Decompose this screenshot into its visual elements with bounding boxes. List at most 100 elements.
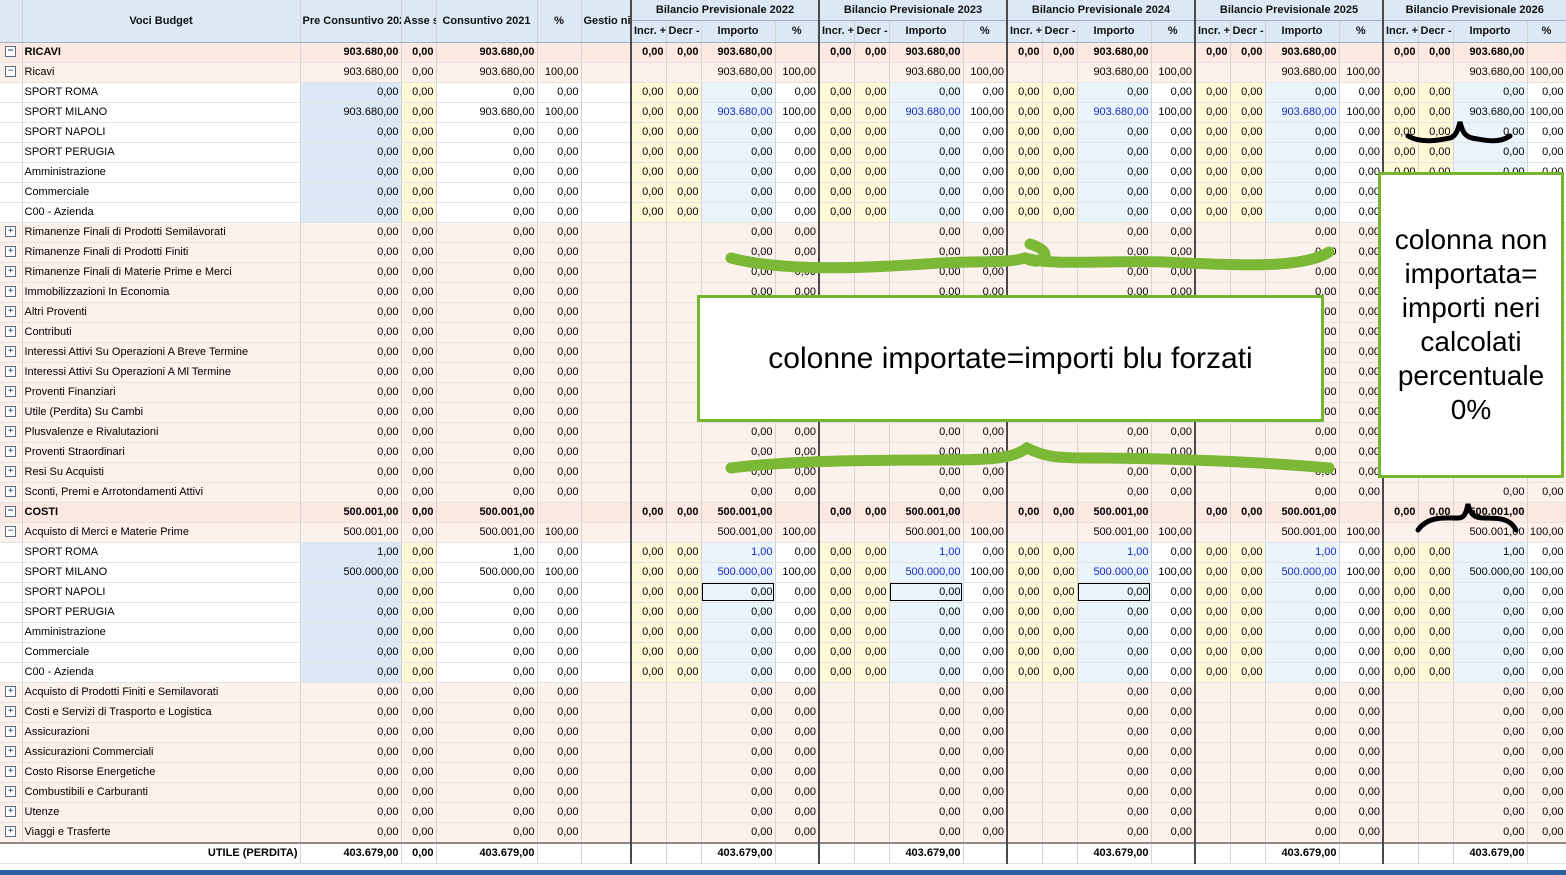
cell-decr[interactable] [666,362,702,383]
cell-gestioni[interactable] [581,222,632,243]
cell-decr[interactable]: 0,00 [1230,102,1266,123]
row-toggle[interactable]: + [0,482,23,503]
cell-decr[interactable]: 0,00 [1230,202,1266,223]
cell-incr[interactable]: 0,00 [1007,42,1043,63]
cell-importo[interactable]: 0,00 [701,642,776,663]
table-row[interactable]: SPORT PERUGIA 0,00 0,00 0,00 0,00 0,00 0,00 0,0… [0,602,1566,623]
cell-importo[interactable]: 0,00 [889,802,964,823]
cell-decr[interactable] [666,742,702,763]
cell-assestamento[interactable]: 0,00 [401,822,437,843]
cell-importo[interactable]: 0,00 [701,722,776,743]
cell-incr[interactable]: 0,00 [631,582,667,603]
expand-icon[interactable]: + [5,226,17,238]
col-header-pct-year-3[interactable]: % [1339,20,1384,43]
cell-incr[interactable] [1195,762,1231,783]
cell-pre-consuntivo[interactable]: 0,00 [300,482,402,503]
cell-assestamento[interactable]: 0,00 [401,802,437,823]
cell-decr[interactable] [1042,522,1078,543]
cell-incr[interactable] [631,742,667,763]
cell-decr[interactable] [666,342,702,363]
cell-incr[interactable] [631,262,667,283]
cell-importo[interactable]: 903.680,00 [1453,62,1528,83]
cell-decr[interactable]: 0,00 [1418,582,1454,603]
cell-importo[interactable]: 0,00 [1077,202,1152,223]
cell-decr[interactable] [854,522,890,543]
cell-decr[interactable]: 0,00 [1230,42,1266,63]
cell-incr[interactable] [631,342,667,363]
cell-importo[interactable]: 0,00 [1265,702,1340,723]
cell-importo[interactable]: 0,00 [1265,442,1340,463]
cell-importo[interactable]: 0,00 [701,162,776,183]
row-toggle[interactable]: − [0,502,23,523]
cell-incr[interactable]: 0,00 [819,142,855,163]
cell-importo[interactable]: 0,00 [1265,122,1340,143]
cell-pre-consuntivo[interactable]: 0,00 [300,322,402,343]
cell-decr[interactable]: 0,00 [666,202,702,223]
cell-decr[interactable] [854,422,890,443]
cell-incr[interactable]: 0,00 [819,542,855,563]
cell-importo[interactable]: 0,00 [1265,662,1340,683]
cell-pre-consuntivo[interactable]: 0,00 [300,302,402,323]
cell-importo[interactable]: 0,00 [889,142,964,163]
cell-decr[interactable] [1230,222,1266,243]
cell-importo[interactable]: 0,00 [1265,782,1340,803]
cell-incr[interactable] [1195,702,1231,723]
cell-decr[interactable]: 0,00 [666,622,702,643]
cell-gestioni[interactable] [581,122,632,143]
cell-importo[interactable]: 500.001,00 [889,502,964,523]
cell-incr[interactable] [631,362,667,383]
cell-incr[interactable]: 0,00 [819,622,855,643]
cell-incr[interactable] [1007,462,1043,483]
cell-incr[interactable] [1195,262,1231,283]
cell-gestioni[interactable] [581,662,632,683]
cell-decr[interactable] [1042,782,1078,803]
cell-incr[interactable] [1383,722,1419,743]
cell-decr[interactable] [666,422,702,443]
cell-decr[interactable]: 0,00 [666,602,702,623]
cell-importo[interactable]: 500.001,00 [1265,502,1340,523]
cell-pre-consuntivo[interactable]: 0,00 [300,182,402,203]
cell-assestamento[interactable]: 0,00 [401,102,437,123]
cell-assestamento[interactable]: 0,00 [401,362,437,383]
cell-incr[interactable]: 0,00 [1383,42,1419,63]
cell-importo[interactable]: 0,00 [1077,622,1152,643]
cell-incr[interactable] [1195,682,1231,703]
cell-decr[interactable]: 0,00 [854,642,890,663]
cell-importo[interactable]: 500.000,00 [1453,562,1528,583]
cell-incr[interactable] [1195,522,1231,543]
cell-incr[interactable] [819,742,855,763]
cell-importo[interactable]: 0,00 [1265,202,1340,223]
row-toggle[interactable]: + [0,322,23,343]
cell-importo[interactable]: 0,00 [889,422,964,443]
cell-gestioni[interactable] [581,362,632,383]
cell-incr[interactable]: 0,00 [631,502,667,523]
cell-decr[interactable] [1230,262,1266,283]
table-row[interactable]: + Plusvalenze e Rivalutazioni 0,00 0,00 0,00… [0,422,1566,443]
cell-incr[interactable] [1195,742,1231,763]
cell-incr[interactable]: 0,00 [1195,542,1231,563]
cell-assestamento[interactable]: 0,00 [401,562,437,583]
cell-decr[interactable]: 0,00 [1042,502,1078,523]
cell-pre-consuntivo[interactable]: 0,00 [300,402,402,423]
cell-decr[interactable]: 0,00 [666,182,702,203]
cell-gestioni[interactable] [581,722,632,743]
cell-gestioni[interactable] [581,642,632,663]
cell-decr[interactable] [666,802,702,823]
cell-pre-consuntivo[interactable]: 500.001,00 [300,502,402,523]
col-header-decr-0[interactable]: Decr - [666,20,702,43]
col-header-importo-1[interactable]: Importo [889,20,964,43]
cell-importo[interactable]: 500.001,00 [701,522,776,543]
expand-icon[interactable]: + [5,706,17,718]
cell-decr[interactable] [854,722,890,743]
cell-decr[interactable]: 0,00 [666,662,702,683]
cell-importo[interactable]: 0,00 [1265,642,1340,663]
cell-incr[interactable] [819,222,855,243]
cell-pre-consuntivo[interactable]: 0,00 [300,682,402,703]
cell-gestioni[interactable] [581,582,632,603]
cell-decr[interactable] [854,742,890,763]
cell-decr[interactable]: 0,00 [1042,562,1078,583]
cell-incr[interactable]: 0,00 [819,162,855,183]
cell-incr[interactable] [819,462,855,483]
cell-assestamento[interactable]: 0,00 [401,82,437,103]
table-row[interactable]: + Resi Su Acquisti 0,00 0,00 0,00 0,00 0,00 0,0… [0,462,1566,483]
